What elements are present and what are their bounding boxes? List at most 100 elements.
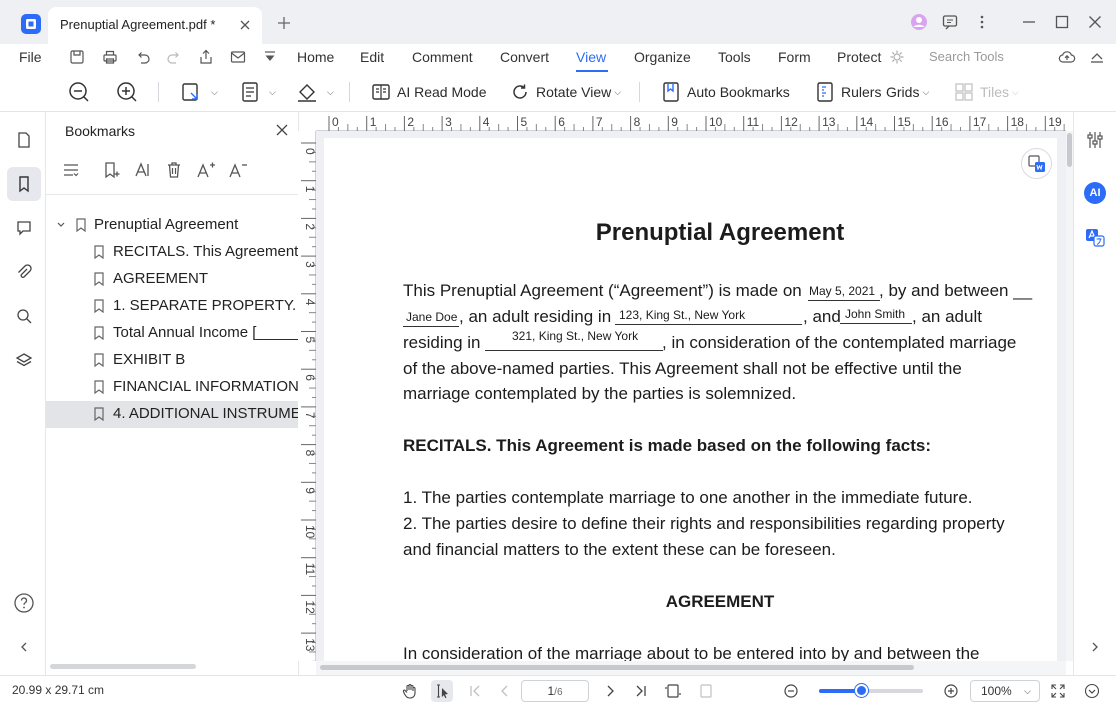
- collapse-sidebar-button[interactable]: [7, 630, 41, 664]
- mail-icon[interactable]: [229, 48, 247, 66]
- document-viewport[interactable]: Prenuptial Agreement This Prenuptial Agr…: [316, 131, 1066, 661]
- translate-icon[interactable]: [1084, 227, 1106, 249]
- page-number-input[interactable]: 1/6: [521, 680, 589, 702]
- zoom-slider-handle[interactable]: [854, 684, 868, 697]
- ai-assistant-icon[interactable]: AI: [1084, 182, 1106, 204]
- fit-page-icon[interactable]: [665, 683, 681, 699]
- layers-button[interactable]: [7, 343, 41, 377]
- vertical-scrollbar[interactable]: [1066, 131, 1073, 661]
- app-logo-icon[interactable]: [21, 14, 41, 34]
- close-tab-icon[interactable]: [237, 17, 253, 33]
- bookmarks-button[interactable]: [7, 167, 41, 201]
- bookmark-item[interactable]: RECITALS. This Agreement is made based o…: [46, 239, 299, 266]
- chevron-right-icon[interactable]: [1088, 640, 1102, 654]
- document-tab[interactable]: Prenuptial Agreement.pdf *: [48, 7, 262, 44]
- print-icon[interactable]: [101, 48, 119, 66]
- menu-organize[interactable]: Organize: [634, 49, 691, 65]
- search-tools-icon: [889, 49, 905, 65]
- page-fit-button[interactable]: ⌵: [180, 80, 218, 104]
- menu-comment[interactable]: Comment: [412, 49, 473, 65]
- minimize-icon[interactable]: [1020, 13, 1038, 31]
- tiles-button[interactable]: Tiles ⌵: [954, 80, 1019, 104]
- pdf-page[interactable]: Prenuptial Agreement This Prenuptial Agr…: [324, 138, 1057, 661]
- attachments-button[interactable]: [7, 255, 41, 289]
- date-field[interactable]: May 5, 2021: [809, 284, 875, 298]
- name-field-1[interactable]: Jane Doe: [406, 310, 457, 324]
- page-layout-button[interactable]: ⌵: [240, 80, 276, 104]
- bookmark-item[interactable]: Total Annual Income [________]: [46, 320, 299, 347]
- auto-bookmarks-button[interactable]: Auto Bookmarks: [661, 80, 790, 104]
- delete-bookmark-icon[interactable]: [164, 160, 184, 180]
- grids-button[interactable]: Grids ⌵: [886, 80, 929, 104]
- bookmark-item[interactable]: 1. SEPARATE PROPERTY.: [46, 293, 299, 320]
- undo-icon[interactable]: [134, 48, 152, 66]
- search-button[interactable]: [7, 299, 41, 333]
- rename-bookmark-icon[interactable]: [133, 160, 153, 180]
- menu-form[interactable]: Form: [778, 49, 811, 65]
- scroll-thumb[interactable]: [1067, 133, 1072, 167]
- ruler-label: 8: [634, 115, 641, 129]
- collapse-ribbon-icon[interactable]: [1088, 48, 1106, 66]
- cloud-upload-icon[interactable]: [1058, 48, 1076, 66]
- panel-horizontal-scrollbar[interactable]: [50, 664, 196, 669]
- redo-icon[interactable]: [165, 48, 183, 66]
- menu-protect[interactable]: Protect: [837, 49, 881, 65]
- feedback-icon[interactable]: [941, 13, 959, 31]
- first-page-icon[interactable]: [467, 683, 483, 699]
- save-icon[interactable]: [68, 48, 86, 66]
- hand-tool-icon[interactable]: [402, 683, 418, 699]
- fit-width-icon[interactable]: [698, 683, 714, 699]
- menu-view[interactable]: View: [576, 49, 606, 65]
- help-button[interactable]: [7, 586, 41, 620]
- zoom-select[interactable]: 100% ⌵: [970, 680, 1040, 702]
- quick-access-dropdown-icon[interactable]: [261, 48, 279, 66]
- horizontal-scrollbar[interactable]: [316, 661, 1066, 675]
- new-tab-icon[interactable]: [276, 15, 292, 31]
- thumbnails-button[interactable]: [7, 123, 41, 157]
- zoom-in-icon[interactable]: [943, 683, 959, 699]
- rotate-view-button[interactable]: Rotate View ⌵: [510, 80, 621, 104]
- menu-file[interactable]: File: [19, 49, 42, 65]
- bookmark-options-icon[interactable]: [61, 160, 81, 180]
- decrease-font-icon[interactable]: [228, 160, 248, 180]
- menu-convert[interactable]: Convert: [500, 49, 549, 65]
- maximize-icon[interactable]: [1053, 13, 1071, 31]
- name-field-2[interactable]: John Smith: [845, 307, 905, 321]
- full-screen-icon[interactable]: [1050, 683, 1066, 699]
- search-tools-input[interactable]: Search Tools: [929, 49, 1004, 64]
- menu-tools[interactable]: Tools: [718, 49, 751, 65]
- rulers-button[interactable]: Rulers: [815, 80, 881, 104]
- close-panel-icon[interactable]: [275, 123, 289, 137]
- comments-button[interactable]: [7, 211, 41, 245]
- zoom-out-icon[interactable]: [783, 683, 799, 699]
- zoom-slider[interactable]: [819, 684, 923, 697]
- address-field-2[interactable]: 321, King St., New York: [512, 329, 638, 343]
- chevron-down-icon[interactable]: [56, 220, 66, 230]
- close-window-icon[interactable]: [1086, 13, 1104, 31]
- zoom-in-button[interactable]: [115, 80, 145, 104]
- next-page-icon[interactable]: [602, 683, 618, 699]
- bookmark-item[interactable]: EXHIBIT B: [46, 347, 299, 374]
- scroll-thumb[interactable]: [320, 665, 914, 670]
- background-color-button[interactable]: ⌵: [296, 80, 334, 104]
- more-options-icon[interactable]: [973, 13, 991, 31]
- menu-edit[interactable]: Edit: [360, 49, 384, 65]
- bookmark-item-selected[interactable]: 4. ADDITIONAL INSTRUMENTS: [46, 401, 299, 428]
- bookmark-item[interactable]: AGREEMENT: [46, 266, 299, 293]
- collapse-status-icon[interactable]: [1084, 683, 1100, 699]
- bookmark-root[interactable]: Prenuptial Agreement: [46, 212, 299, 239]
- select-tool-button[interactable]: [431, 680, 453, 702]
- share-icon[interactable]: [197, 48, 215, 66]
- bookmark-item[interactable]: FINANCIAL INFORMATION: [46, 374, 299, 401]
- menu-home[interactable]: Home: [297, 49, 334, 65]
- previous-page-icon[interactable]: [497, 683, 513, 699]
- avatar[interactable]: [910, 13, 928, 31]
- increase-font-icon[interactable]: [196, 160, 216, 180]
- ai-read-mode-button[interactable]: AI Read Mode: [371, 80, 487, 104]
- address-field-1[interactable]: 123, King St., New York: [619, 308, 745, 322]
- add-bookmark-icon[interactable]: [101, 160, 121, 180]
- properties-icon[interactable]: [1085, 130, 1105, 150]
- translate-word-icon[interactable]: [1021, 148, 1052, 179]
- last-page-icon[interactable]: [633, 683, 649, 699]
- zoom-out-button[interactable]: [67, 80, 97, 104]
